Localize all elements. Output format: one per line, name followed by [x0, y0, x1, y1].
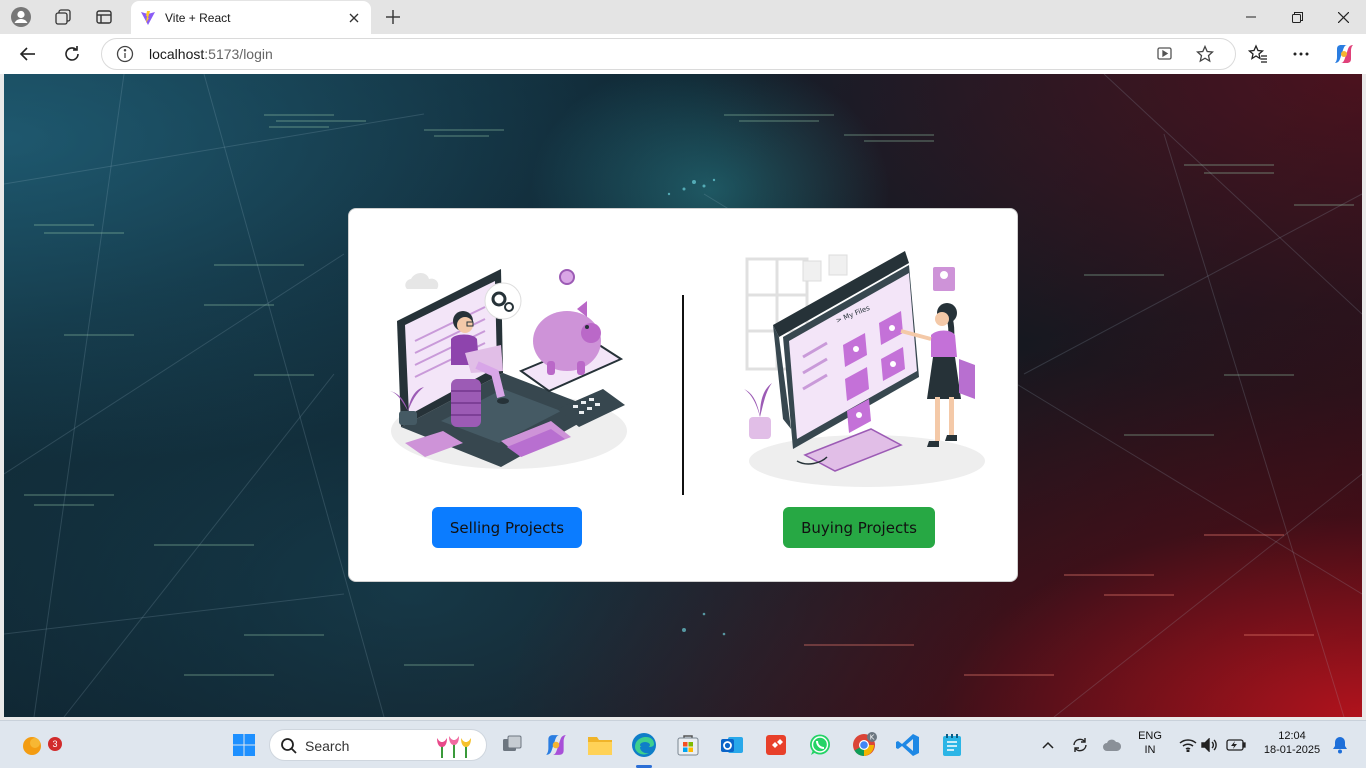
language-code: ENG — [1138, 730, 1162, 742]
minimize-button[interactable] — [1228, 0, 1274, 34]
onedrive-cloud-icon[interactable] — [1096, 729, 1128, 761]
buying-projects-button[interactable]: Buying Projects — [783, 507, 935, 548]
favorites-icon[interactable] — [1242, 38, 1274, 70]
clock-time: 12:04 — [1278, 730, 1306, 742]
url-host: localhost — [149, 46, 205, 62]
notification-badge: 3 — [48, 737, 62, 751]
sync-status-icon[interactable] — [1064, 729, 1096, 761]
language-region: IN — [1144, 744, 1156, 756]
new-tab-button[interactable] — [382, 6, 404, 28]
buying-illustration: > My Files — [744, 251, 985, 487]
task-view-icon[interactable] — [496, 729, 528, 761]
address-bar[interactable]: localhost:5173/login — [101, 38, 1236, 70]
battery-charging-icon[interactable] — [1220, 729, 1252, 761]
back-button[interactable] — [12, 38, 44, 70]
copilot-icon[interactable] — [1328, 38, 1360, 70]
windows-taskbar: 3 Search K ENG IN 12:04 18-01-2025 — [0, 720, 1366, 768]
tulips-search-highlight-icon — [437, 736, 471, 758]
role-selection-card: > My Files Selling Projects Buying Proje… — [348, 208, 1018, 582]
url-text[interactable]: localhost:5173/login — [149, 46, 273, 62]
language-indicator[interactable]: ENG IN — [1134, 730, 1166, 756]
vertical-divider — [682, 295, 684, 495]
outlook-icon[interactable] — [716, 729, 748, 761]
search-placeholder: Search — [305, 738, 350, 754]
file-explorer-icon[interactable] — [584, 729, 616, 761]
browser-tab-strip: Vite + React — [0, 0, 1366, 34]
tab-active[interactable]: Vite + React — [131, 1, 371, 34]
immersive-reader-icon[interactable] — [1155, 44, 1175, 64]
restore-button[interactable] — [1274, 0, 1320, 34]
edge-browser-icon[interactable] — [628, 729, 660, 761]
clock-date: 18-01-2025 — [1263, 744, 1321, 756]
copilot-taskbar-icon[interactable] — [540, 729, 572, 761]
profile-icon[interactable] — [8, 5, 34, 29]
vscode-icon[interactable] — [892, 729, 924, 761]
notifications-bell-icon[interactable] — [1324, 729, 1356, 761]
selling-projects-button[interactable]: Selling Projects — [432, 507, 582, 548]
search-icon — [281, 738, 297, 754]
url-path: :5173/login — [204, 46, 273, 62]
windows-start-icon[interactable] — [228, 729, 260, 761]
more-options-icon[interactable] — [1285, 38, 1317, 70]
page-viewport: > My Files Selling Projects Buying Proje… — [4, 74, 1362, 717]
workspaces-icon[interactable] — [50, 5, 76, 29]
taskbar-search-box[interactable]: Search — [269, 729, 487, 761]
notepad-icon[interactable] — [936, 729, 968, 761]
close-tab-icon[interactable] — [345, 9, 363, 27]
tab-actions-icon[interactable] — [91, 5, 117, 29]
site-info-icon[interactable] — [116, 45, 134, 63]
git-app-icon[interactable] — [760, 729, 792, 761]
close-window-button[interactable] — [1320, 0, 1366, 34]
chrome-icon[interactable]: K — [848, 729, 880, 761]
vite-logo-icon — [141, 10, 155, 25]
refresh-button[interactable] — [56, 38, 88, 70]
microsoft-store-icon[interactable] — [672, 729, 704, 761]
clock[interactable]: 12:04 18-01-2025 — [1256, 730, 1328, 756]
browser-toolbar: localhost:5173/login — [0, 34, 1366, 74]
show-hidden-icons-chevron[interactable] — [1032, 729, 1064, 761]
selling-illustration — [390, 269, 627, 469]
tab-title: Vite + React — [165, 10, 231, 25]
whatsapp-icon[interactable] — [804, 729, 836, 761]
favorite-star-icon[interactable] — [1195, 44, 1215, 64]
svg-text:K: K — [870, 734, 875, 742]
widgets-weather-icon[interactable]: 3 — [16, 729, 62, 761]
